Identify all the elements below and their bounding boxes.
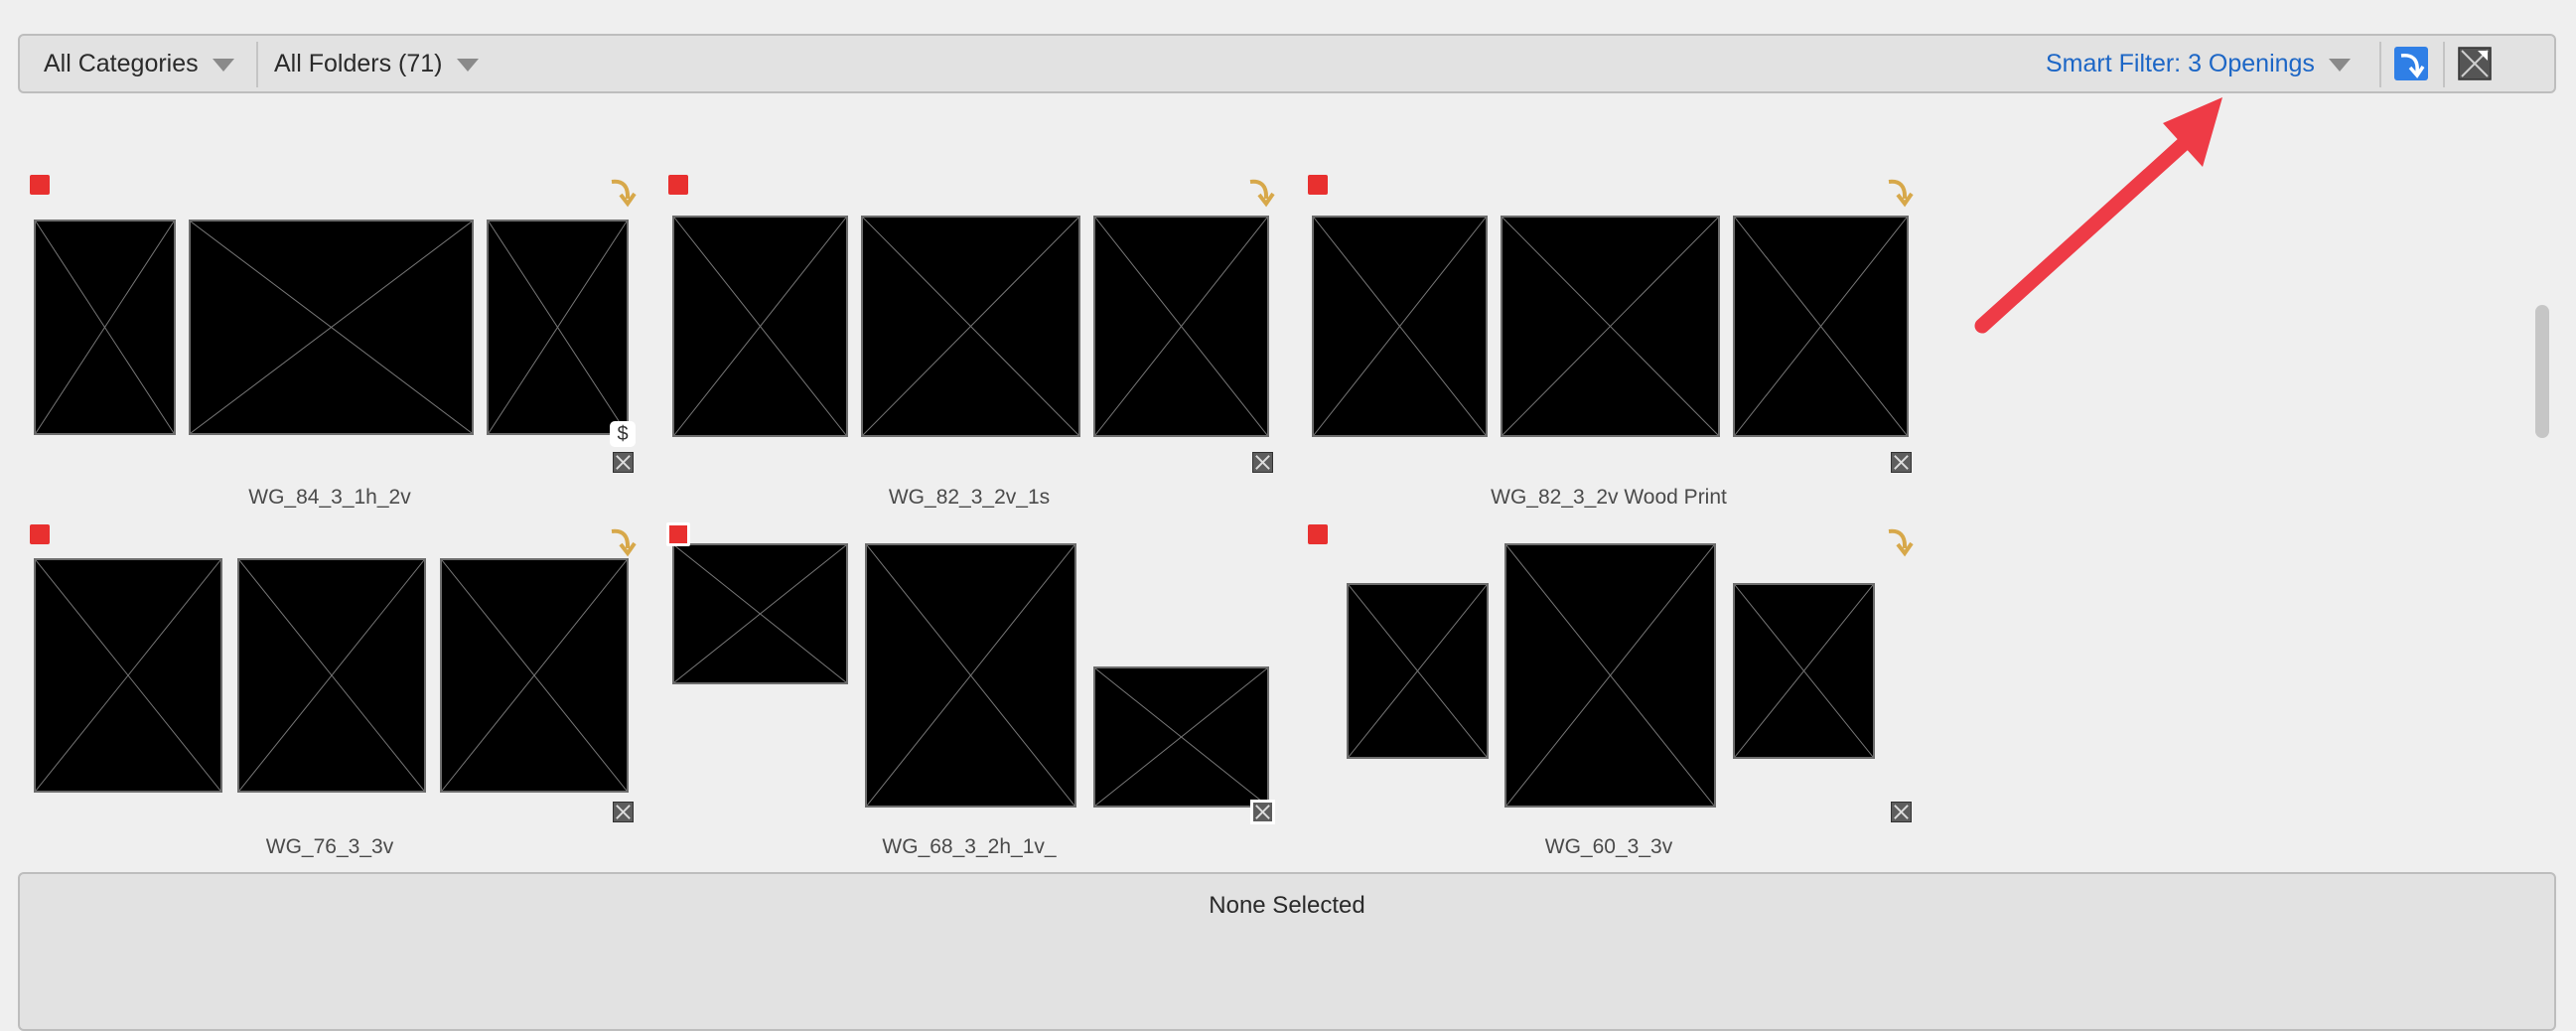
chevron-down-icon <box>456 58 479 72</box>
toolbar-divider <box>2443 42 2445 87</box>
selection-status: None Selected <box>1209 892 1365 919</box>
x-placeholder-icon <box>613 802 634 822</box>
red-flag[interactable] <box>30 524 50 544</box>
red-flag[interactable] <box>666 522 690 546</box>
tile-name: WG_82_3_2v Wood Print <box>1491 486 1727 509</box>
red-flag[interactable] <box>30 175 50 195</box>
category-dropdown[interactable]: All Categories <box>44 36 234 91</box>
image-placeholder[interactable] <box>1504 543 1716 808</box>
tile-name: WG_68_3_2h_1v_ <box>882 835 1057 858</box>
rotate-arrow-icon[interactable] <box>608 175 638 209</box>
image-placeholder[interactable] <box>189 220 474 435</box>
red-flag[interactable] <box>1308 175 1328 195</box>
image-placeholder[interactable] <box>1312 216 1488 437</box>
clear-filter-button[interactable] <box>2457 46 2493 81</box>
x-placeholder-icon <box>1891 452 1912 473</box>
folder-dropdown[interactable]: All Folders (71) <box>274 36 479 91</box>
tile-name: WG_76_3_3v <box>265 835 394 858</box>
image-placeholder[interactable] <box>237 558 426 793</box>
image-placeholder[interactable] <box>440 558 629 793</box>
rotate-arrow-icon[interactable] <box>1885 175 1915 209</box>
chevron-down-icon <box>2328 58 2351 72</box>
x-placeholder-icon <box>1891 802 1912 822</box>
tile-name: WG_82_3_2v_1s <box>888 486 1051 509</box>
rotate-filter-button[interactable] <box>2393 46 2429 81</box>
image-placeholder[interactable] <box>672 216 848 437</box>
folder-dropdown-label: All Folders (71) <box>274 49 443 77</box>
smart-filter-dropdown[interactable]: Smart Filter: 3 Openings <box>2046 36 2351 91</box>
rotate-icon <box>2394 47 2428 80</box>
red-flag[interactable] <box>1308 524 1328 544</box>
smart-filter-label: Smart Filter: 3 Openings <box>2046 49 2315 77</box>
rotate-arrow-icon[interactable] <box>1246 175 1276 209</box>
image-placeholder[interactable] <box>865 543 1076 808</box>
x-placeholder-icon <box>1250 800 1275 824</box>
clear-filter-icon <box>2458 47 2492 80</box>
category-dropdown-label: All Categories <box>44 49 199 77</box>
tile-name: WG_84_3_1h_2v <box>248 486 411 509</box>
chevron-down-icon <box>212 58 234 72</box>
image-placeholder[interactable] <box>487 220 629 435</box>
x-placeholder-icon <box>1252 452 1273 473</box>
image-placeholder[interactable] <box>1093 666 1269 808</box>
x-placeholder-icon <box>613 452 634 473</box>
rotate-arrow-icon[interactable] <box>608 524 638 558</box>
rotate-arrow-icon[interactable] <box>1885 524 1915 558</box>
image-placeholder[interactable] <box>34 220 176 435</box>
image-placeholder[interactable] <box>861 216 1080 437</box>
image-placeholder[interactable] <box>34 558 222 793</box>
price-badge: $ <box>610 421 636 447</box>
tile-name: WG_60_3_3v <box>1544 835 1673 858</box>
image-placeholder[interactable] <box>1093 216 1269 437</box>
image-placeholder[interactable] <box>1347 583 1489 759</box>
red-flag[interactable] <box>668 175 688 195</box>
filter-toolbar: All Categories All Folders (71) Smart Fi… <box>18 34 2556 93</box>
scrollbar-thumb[interactable] <box>2535 305 2549 438</box>
image-placeholder[interactable] <box>672 543 848 684</box>
image-placeholder[interactable] <box>1501 216 1720 437</box>
toolbar-divider <box>2379 42 2381 87</box>
image-placeholder[interactable] <box>1733 216 1909 437</box>
details-panel: None Selected <box>18 872 2556 1031</box>
image-placeholder[interactable] <box>1733 583 1875 759</box>
toolbar-divider <box>256 42 258 87</box>
